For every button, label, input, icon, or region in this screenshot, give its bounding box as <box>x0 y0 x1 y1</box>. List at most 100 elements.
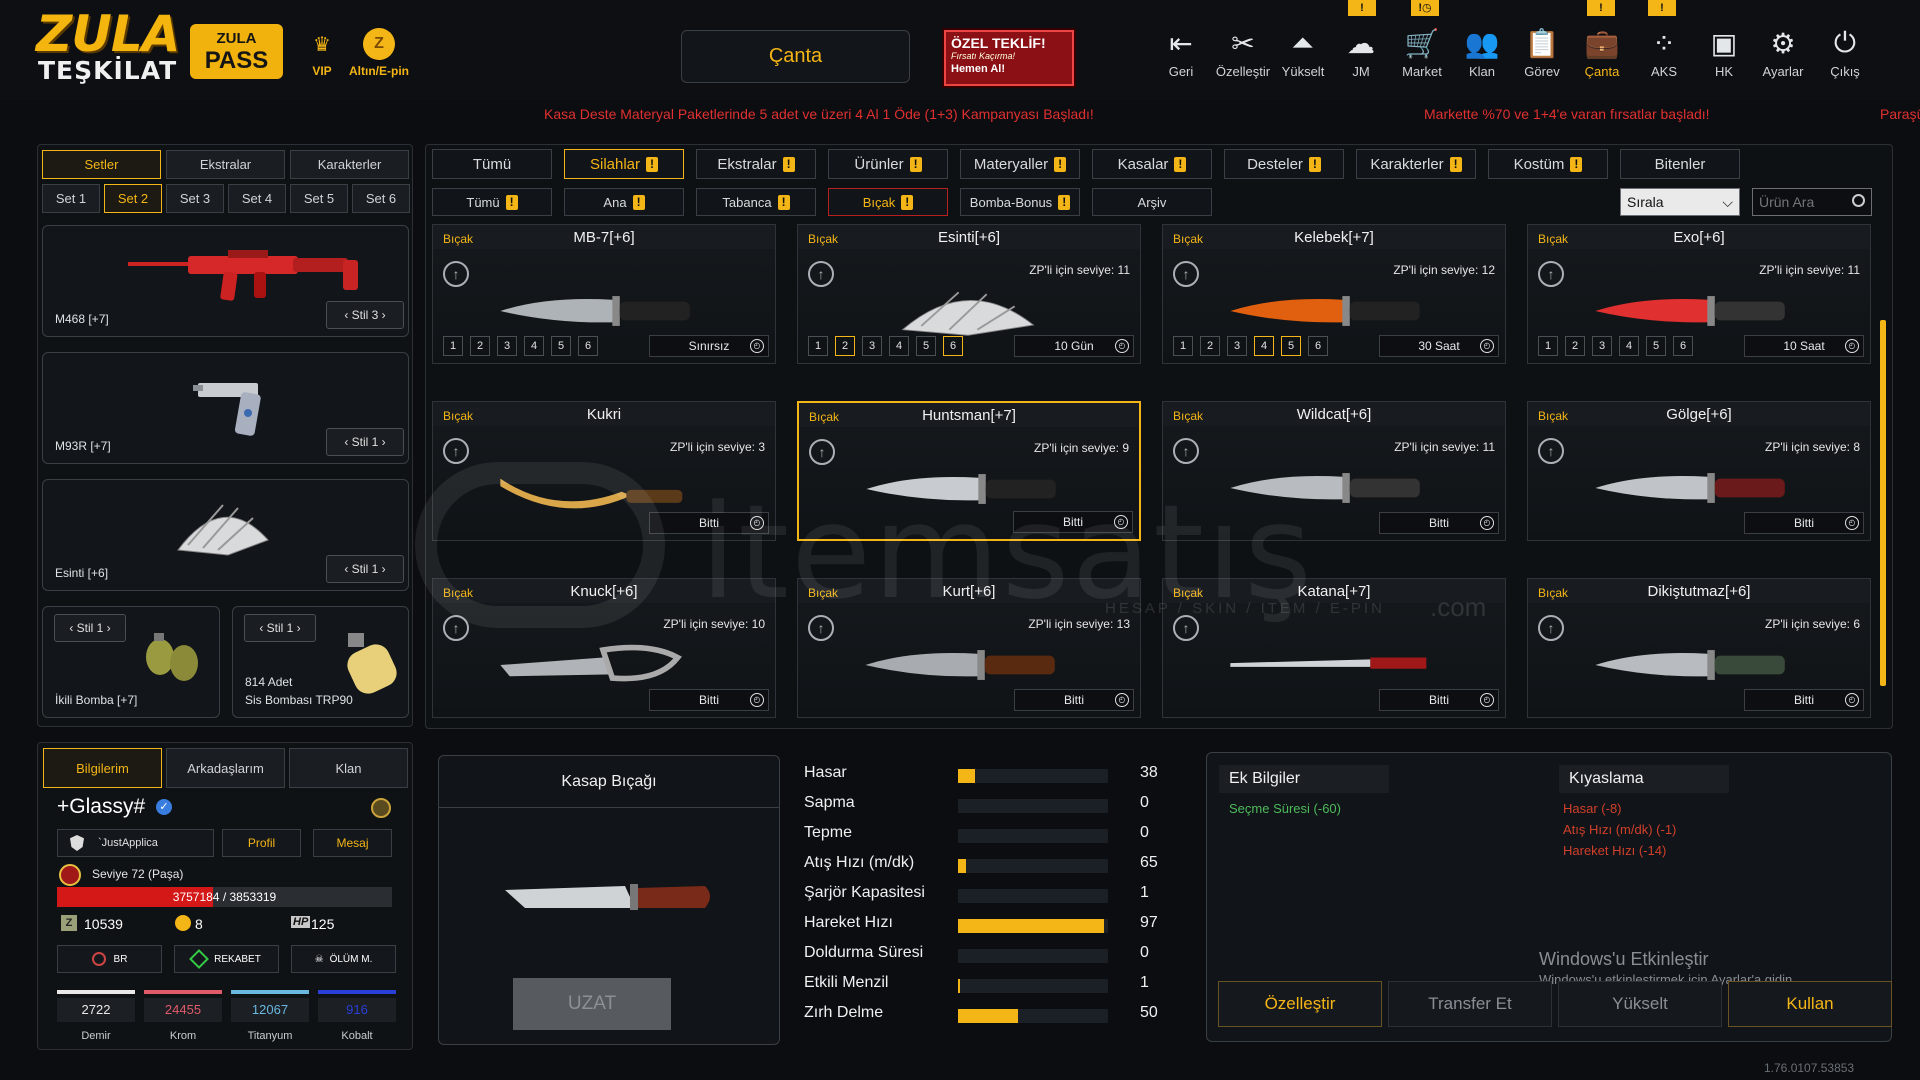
item-duration[interactable]: 10 Gün ◴ <box>1014 335 1134 357</box>
subcategory-tab-1[interactable]: Ana! <box>564 188 684 216</box>
gold-epin-button[interactable]: Z Altın/E-pin <box>342 28 416 78</box>
level-box[interactable]: 1 <box>443 336 463 356</box>
level-box[interactable]: 2 <box>1200 336 1220 356</box>
set-4-tab[interactable]: Set 4 <box>228 184 286 213</box>
subcategory-tab-3[interactable]: Bıçak! <box>828 188 948 216</box>
grenade-2-stil-selector[interactable]: ‹ Stil 1 › <box>244 614 316 642</box>
level-box[interactable]: 3 <box>497 336 517 356</box>
level-box[interactable]: 2 <box>835 336 855 356</box>
pistol-stil-selector[interactable]: ‹ Stil 1 › <box>326 428 404 456</box>
subcategory-tab-2[interactable]: Tabanca! <box>696 188 816 216</box>
level-box[interactable]: 2 <box>1565 336 1585 356</box>
category-tab-4[interactable]: Materyaller! <box>960 149 1080 179</box>
level-box[interactable]: 3 <box>862 336 882 356</box>
tab-karakterler[interactable]: Karakterler <box>290 150 409 179</box>
nav-klan[interactable]: 👥 Klan <box>1451 26 1513 80</box>
upgrade-arrow-icon[interactable]: ↑ <box>1173 261 1199 287</box>
nav-market[interactable]: 🛒 Market <box>1391 26 1453 80</box>
category-tab-8[interactable]: Kostüm! <box>1488 149 1608 179</box>
level-box[interactable]: 4 <box>524 336 544 356</box>
level-box[interactable]: 1 <box>1538 336 1558 356</box>
upgrade-arrow-icon[interactable]: ↑ <box>1538 261 1564 287</box>
grenade-1-stil-selector[interactable]: ‹ Stil 1 › <box>54 614 126 642</box>
kullan-button[interactable]: Kullan <box>1728 981 1892 1027</box>
subcategory-tab-5[interactable]: Arşiv <box>1092 188 1212 216</box>
nav-hk[interactable]: ▣ HK <box>1693 26 1755 80</box>
item-card[interactable]: Bıçak Gölge[+6] ↑ ZP'li için seviye: 8 B… <box>1527 401 1871 541</box>
item-card[interactable]: Bıçak Dikiştutmaz[+6] ↑ ZP'li için seviy… <box>1527 578 1871 718</box>
search-input[interactable] <box>1753 189 1848 215</box>
search-icon[interactable] <box>1852 194 1865 207</box>
subcategory-tab-0[interactable]: Tümü! <box>432 188 552 216</box>
level-box[interactable]: 4 <box>1254 336 1274 356</box>
item-duration[interactable]: Bitti ◴ <box>1744 512 1864 534</box>
level-box[interactable]: 3 <box>1592 336 1612 356</box>
category-tab-3[interactable]: Ürünler! <box>828 149 948 179</box>
tab-klan[interactable]: Klan <box>289 748 408 788</box>
primary-stil-selector[interactable]: ‹ Stil 3 › <box>326 301 404 329</box>
set-6-tab[interactable]: Set 6 <box>352 184 410 213</box>
mesaj-button[interactable]: Mesaj <box>313 829 392 857</box>
level-box[interactable]: 6 <box>943 336 963 356</box>
subcategory-tab-4[interactable]: Bomba-Bonus! <box>960 188 1080 216</box>
yukselt-button[interactable]: Yükselt <box>1558 981 1722 1027</box>
nav-çanta[interactable]: 💼 Çanta <box>1571 26 1633 80</box>
br-mode-button[interactable]: BR <box>57 945 162 973</box>
canta-button[interactable]: Çanta <box>681 30 910 83</box>
rekabet-mode-button[interactable]: REKABET <box>174 945 279 973</box>
search-box[interactable] <box>1752 188 1872 216</box>
upgrade-arrow-icon[interactable]: ↑ <box>1538 438 1564 464</box>
upgrade-arrow-icon[interactable]: ↑ <box>1538 615 1564 641</box>
category-tab-2[interactable]: Ekstralar! <box>696 149 816 179</box>
special-offer-banner[interactable]: ÖZEL TEKLİF! Fırsatı Kaçırma! Hemen Al! <box>944 30 1074 86</box>
nav-çıkış[interactable]: ⏻ Çıkış <box>1814 26 1876 80</box>
level-box[interactable]: 6 <box>578 336 598 356</box>
item-duration[interactable]: Sınırsız ◴ <box>649 335 769 357</box>
upgrade-arrow-icon[interactable]: ↑ <box>443 261 469 287</box>
level-box[interactable]: 3 <box>1227 336 1247 356</box>
ozellestir-button[interactable]: Özelleştir <box>1218 981 1382 1027</box>
profil-button[interactable]: Profil <box>222 829 301 857</box>
item-duration[interactable]: Bitti ◴ <box>1379 689 1499 711</box>
category-tab-7[interactable]: Karakterler! <box>1356 149 1476 179</box>
level-box[interactable]: 4 <box>889 336 909 356</box>
level-box[interactable]: 2 <box>470 336 490 356</box>
clan-field[interactable]: `JustApplica <box>57 829 214 857</box>
nav-özelleştir[interactable]: ✂ Özelleştir <box>1212 26 1274 80</box>
category-tab-9[interactable]: Bitenler <box>1620 149 1740 179</box>
sort-dropdown[interactable]: Sırala ⌵ <box>1620 188 1740 216</box>
level-box[interactable]: 1 <box>1173 336 1193 356</box>
transfer-button[interactable]: Transfer Et <box>1388 981 1552 1027</box>
item-duration[interactable]: Bitti ◴ <box>1744 689 1864 711</box>
item-card[interactable]: Bıçak Kelebek[+7] ↑ ZP'li için seviye: 1… <box>1162 224 1506 364</box>
set-2-tab[interactable]: Set 2 <box>104 184 162 213</box>
item-duration[interactable]: 10 Saat ◴ <box>1744 335 1864 357</box>
catalog-scrollbar[interactable] <box>1880 320 1886 686</box>
upgrade-arrow-icon[interactable]: ↑ <box>1173 438 1199 464</box>
level-box[interactable]: 5 <box>1646 336 1666 356</box>
set-3-tab[interactable]: Set 3 <box>166 184 224 213</box>
item-duration[interactable]: Bitti ◴ <box>1379 512 1499 534</box>
nav-yükselt[interactable]: ⏶ Yükselt <box>1272 26 1334 80</box>
upgrade-arrow-icon[interactable]: ↑ <box>809 439 835 465</box>
nav-aks[interactable]: ⁘ AKS <box>1633 26 1695 80</box>
item-card[interactable]: Bıçak MB-7[+6] ↑ 123456 Sınırsız ◴ <box>432 224 776 364</box>
set-5-tab[interactable]: Set 5 <box>290 184 348 213</box>
upgrade-arrow-icon[interactable]: ↑ <box>808 261 834 287</box>
tab-ekstralar[interactable]: Ekstralar <box>166 150 285 179</box>
tab-arkadaslarim[interactable]: Arkadaşlarım <box>166 748 285 788</box>
level-box[interactable]: 6 <box>1308 336 1328 356</box>
nav-ayarlar[interactable]: ⚙ Ayarlar <box>1752 26 1814 80</box>
category-tab-6[interactable]: Desteler! <box>1224 149 1344 179</box>
uzat-button[interactable]: UZAT <box>513 978 671 1030</box>
item-card[interactable]: Bıçak Esinti[+6] ↑ ZP'li için seviye: 11… <box>797 224 1141 364</box>
category-tab-0[interactable]: Tümü <box>432 149 552 179</box>
olum-mode-button[interactable]: ☠ ÖLÜM M. <box>291 945 396 973</box>
zula-pass-button[interactable]: ZULA PASS <box>190 24 283 79</box>
vip-button[interactable]: ♛ VIP <box>300 28 344 79</box>
item-duration[interactable]: Bitti ◴ <box>649 689 769 711</box>
melee-stil-selector[interactable]: ‹ Stil 1 › <box>326 555 404 583</box>
tab-setler[interactable]: Setler <box>42 150 161 179</box>
level-box[interactable]: 1 <box>808 336 828 356</box>
item-duration[interactable]: Bitti ◴ <box>1014 689 1134 711</box>
